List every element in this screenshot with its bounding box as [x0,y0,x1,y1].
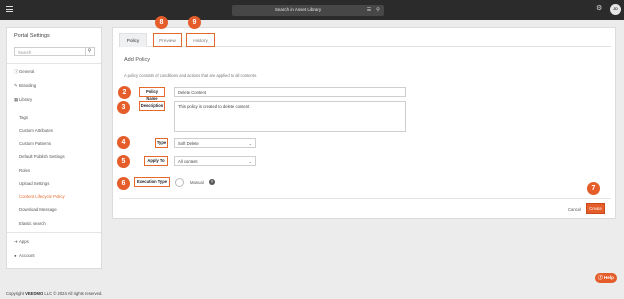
top-bar: Search in Asset Library ☰ ⚲ ⚙ JD [0,0,624,20]
sidebar-item-tags[interactable]: Tags [19,115,28,120]
footer-text: LLC © 2024 All rights reserved. [44,291,103,296]
help-button-label: Help [603,275,614,280]
avatar[interactable]: JD [610,4,621,15]
sidebar-item-account[interactable]: ● Account [14,253,35,258]
type-selected-value: Soft Delete [178,141,199,146]
sidebar-item-label: Branding [19,83,37,88]
help-icon[interactable]: ? [209,179,215,185]
filter-icon[interactable]: ☰ [366,7,372,13]
apply-to-selected-value: All content [178,159,198,164]
gear-icon[interactable]: ⚙ [596,5,604,13]
sidebar-item-label: Account [19,253,35,258]
policy-panel: Policy Preview History Add Policy A poli… [112,27,616,219]
sidebar-item-elastic-search[interactable]: Elastic search [19,221,46,226]
description-textarea[interactable]: This policy is created to delete content [174,101,406,132]
create-button[interactable]: Create [586,203,605,214]
footer-copyright: Copyright VEEDMO LLC © 2024 All rights r… [6,291,102,296]
sidebar-item-custom-patterns[interactable]: Custom Patterns [19,141,51,146]
footer-brand: VEEDMO [25,291,44,296]
search-placeholder: Search in Asset Library [274,7,322,12]
type-select[interactable]: Soft Delete ⌄ [174,138,256,148]
annotation-marker-8: 8 [155,16,168,29]
divider [7,232,101,233]
sidebar-item-roles[interactable]: Roles [19,168,30,173]
apply-to-label: Apply To [144,156,168,166]
sidebar-item-apps[interactable]: ➜Apps [14,239,29,245]
annotation-marker-3: 3 [117,101,130,114]
sidebar-title: Portal Settings [14,33,50,39]
annotation-marker-5: 5 [117,155,130,168]
sidebar-item-label: General [19,69,35,74]
divider [7,63,101,64]
tab-history[interactable]: History [186,33,215,47]
help-button[interactable]: ⓘ Help [595,273,617,283]
type-label: Type [155,138,168,148]
tab-policy[interactable]: Policy [119,33,147,47]
page-title: Add Policy [124,57,150,63]
asset-search-input[interactable]: Search in Asset Library ☰ ⚲ [232,5,384,16]
sidebar-item-upload-settings[interactable]: Upload Settings [19,181,49,186]
tab-bar: Policy Preview History [119,33,611,47]
policy-name-input[interactable]: Delete Content [174,87,406,97]
sidebar-item-default-publish-settings[interactable]: Default Publish Settings [19,154,65,159]
sidebar-item-library[interactable]: ▦Library [14,97,32,103]
settings-sidebar: Portal Settings Search ⚲ ⓘGeneral ✎Brand… [6,27,102,269]
cancel-button[interactable]: Cancel [568,207,581,212]
divider [119,198,611,199]
policy-name-label: Policy Name [139,87,165,101]
annotation-marker-6: 6 [117,177,130,190]
sidebar-item-content-lifecycle-policy[interactable]: Content Lifecycle Policy [19,194,65,199]
hamburger-icon[interactable] [6,6,13,12]
search-icon[interactable]: ⚲ [375,7,381,13]
sidebar-item-label: Apps [19,239,29,244]
footer-prefix: Copyright [6,291,24,296]
annotation-marker-2: 2 [118,86,131,99]
policy-intro-text: A policy consists of conditions and acti… [124,73,258,78]
sidebar-item-download-message[interactable]: Download Message [19,207,57,212]
execution-type-label: Execution Type [134,177,170,187]
manual-toggle[interactable] [175,178,184,187]
sidebar-item-custom-attributes[interactable]: Custom Attributes [19,128,53,133]
sidebar-item-general[interactable]: ⓘGeneral [14,69,34,75]
apply-to-select[interactable]: All content ⌄ [174,156,256,166]
sidebar-item-branding[interactable]: ✎Branding [14,83,36,89]
description-label: Description [139,101,165,111]
annotation-marker-4: 4 [117,136,130,149]
tab-preview[interactable]: Preview [153,33,182,47]
chevron-down-icon: ⌄ [248,159,252,164]
sidebar-search-placeholder: Search [18,49,32,55]
sidebar-search-input[interactable]: Search ⚲ [14,47,95,56]
search-icon[interactable]: ⚲ [85,48,93,55]
chevron-down-icon: ⌄ [248,141,252,146]
sidebar-item-label: Library [19,97,33,102]
manual-option-label: Manual [190,180,204,185]
annotation-marker-7: 7 [587,182,600,195]
annotation-marker-9: 9 [188,16,201,29]
